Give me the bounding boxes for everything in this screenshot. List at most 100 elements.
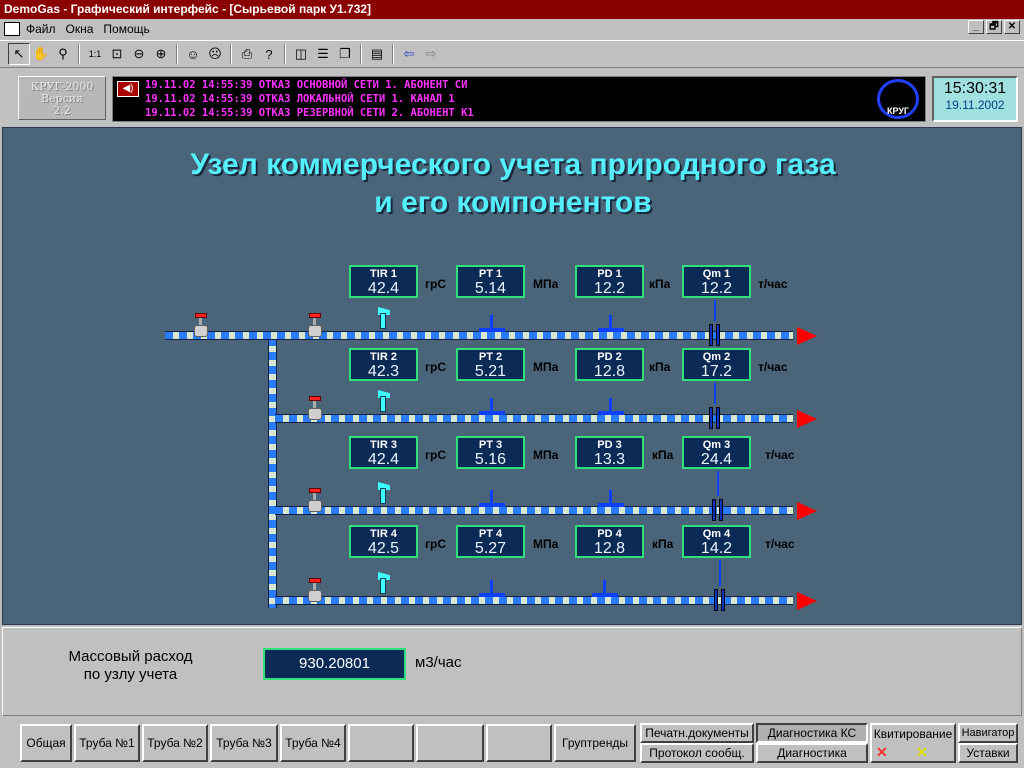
print-icon[interactable]: ⎙ (236, 43, 258, 65)
pd-unit: кПа (652, 448, 674, 462)
pt-value: 5.27 (474, 540, 507, 557)
tir-3-display[interactable]: TIR 3 42.4 (349, 436, 418, 469)
hand-icon[interactable]: ✋ (30, 43, 52, 65)
pd-unit: кПа (649, 277, 671, 291)
close-icon[interactable]: ✕ (1004, 20, 1020, 34)
summary-panel: Массовый расход по узлу учета 930.20801 … (2, 627, 1022, 716)
flowmeter-line (717, 471, 719, 496)
qm-4-display[interactable]: Qm 4 14.2 (682, 525, 751, 558)
qm-label: Qm 4 (702, 528, 731, 540)
qm-value: 17.2 (700, 363, 733, 380)
pointer-icon[interactable]: ↖ (8, 43, 30, 65)
valve-icon[interactable] (308, 488, 322, 514)
empty-button[interactable] (486, 724, 552, 762)
qm-label: Qm 3 (702, 439, 731, 451)
pd-1-display[interactable]: PD 1 12.2 (575, 265, 644, 298)
window-list-icon[interactable]: ▤ (366, 43, 388, 65)
window-title: DemoGas - Графический интерфейс - [Сырье… (0, 0, 1024, 19)
qm-1-display[interactable]: Qm 1 12.2 (682, 265, 751, 298)
valve-icon[interactable] (308, 313, 322, 339)
qm-2-display[interactable]: Qm 2 17.2 (682, 348, 751, 381)
pt-unit: МПа (533, 537, 559, 551)
qm-3-display[interactable]: Qm 3 24.4 (682, 436, 751, 469)
pt-label: PT 4 (478, 528, 503, 540)
pt-2-display[interactable]: PT 2 5.21 (456, 348, 525, 381)
valve-icon[interactable] (308, 578, 322, 604)
forward-arrow-icon[interactable]: ⇨ (420, 43, 442, 65)
zoom-in-icon[interactable]: ⊕ (150, 43, 172, 65)
valve-icon[interactable] (308, 396, 322, 422)
mass-flow-value: 930.20801 (263, 648, 406, 680)
magnifier-icon[interactable]: ⚲ (52, 43, 74, 65)
alarm-line: 19.11.02 14:55:39 ОТКАЗ РЕЗЕРВНОЙ СЕТИ 2… (145, 107, 474, 119)
tir-label: TIR 3 (370, 439, 397, 451)
page-title: Узел коммерческого учета природного газа (190, 148, 836, 181)
qm-unit: т/час (758, 277, 788, 291)
settings-button[interactable]: Уставки (958, 743, 1018, 763)
qm-label: Qm 1 (702, 268, 731, 280)
alarm-panel[interactable]: ◀) 19.11.02 14:55:39 ОТКАЗ ОСНОВНОЙ СЕТИ… (112, 76, 926, 122)
pipe1-button[interactable]: Труба №1 (74, 724, 140, 762)
zoom-1-1-icon[interactable]: 1:1 (84, 43, 106, 65)
message-log-button[interactable]: Протокол сообщ. (640, 743, 754, 763)
menu-file[interactable]: Файл (26, 22, 56, 36)
back-arrow-icon[interactable]: ⇦ (398, 43, 420, 65)
alarm-speaker-icon[interactable]: ◀) (117, 81, 139, 97)
qm-unit: т/час (765, 537, 795, 551)
tir-1-display[interactable]: TIR 1 42.4 (349, 265, 418, 298)
tir-2-display[interactable]: TIR 2 42.3 (349, 348, 418, 381)
pt-value: 5.16 (474, 451, 507, 468)
pipe2-button[interactable]: Труба №2 (142, 724, 208, 762)
print-docs-button[interactable]: Печатн.документы (640, 723, 754, 743)
pt-3-display[interactable]: PT 3 5.16 (456, 436, 525, 469)
pd-4-display[interactable]: PD 4 12.8 (575, 525, 644, 558)
temperature-sensor-icon (377, 482, 390, 506)
qm-unit: т/час (758, 360, 788, 374)
tir-4-display[interactable]: TIR 4 42.5 (349, 525, 418, 558)
empty-button[interactable] (416, 724, 484, 762)
qm-value: 24.4 (700, 451, 733, 468)
pt-4-display[interactable]: PT 4 5.27 (456, 525, 525, 558)
zoom-out-icon[interactable]: ⊖ (128, 43, 150, 65)
pressure-sensor-icon (479, 490, 505, 508)
flow-arrow-icon (797, 410, 817, 428)
zoom-fit-icon[interactable]: ⊡ (106, 43, 128, 65)
restore-icon[interactable]: 🗗 (986, 20, 1002, 34)
pd-label: PD 3 (597, 439, 622, 451)
pressure-sensor-icon (479, 315, 505, 333)
diagnostics-button[interactable]: Диагностика (756, 743, 868, 763)
pt-unit: МПа (533, 277, 559, 291)
diagnostics-ks-button[interactable]: Диагностика КС (756, 723, 868, 743)
flowmeter-line (714, 383, 716, 404)
layout-vertical-icon[interactable]: ◫ (290, 43, 312, 65)
pd-value: 12.2 (593, 280, 626, 297)
tir-unit: грС (425, 537, 446, 551)
page-subtitle: и его компонентов (374, 186, 652, 219)
layout-horizontal-icon[interactable]: ☰ (312, 43, 334, 65)
pd-3-display[interactable]: PD 3 13.3 (575, 436, 644, 469)
pipe4-button[interactable]: Труба №4 (280, 724, 346, 762)
tir-label: TIR 2 (370, 351, 397, 363)
app-icon[interactable] (4, 22, 20, 36)
help-icon[interactable]: ? (258, 43, 280, 65)
pt-value: 5.14 (474, 280, 507, 297)
operator-icon[interactable]: ☺ (182, 43, 204, 65)
empty-button[interactable] (348, 724, 414, 762)
minimize-icon[interactable]: _ (968, 20, 984, 34)
operator-remove-icon[interactable]: ☹ (204, 43, 226, 65)
pd-2-display[interactable]: PD 2 12.8 (575, 348, 644, 381)
menu-help[interactable]: Помощь (103, 22, 149, 36)
clock: 15:30:31 19.11.2002 (932, 76, 1018, 122)
cascade-icon[interactable]: ❐ (334, 43, 356, 65)
valve-icon[interactable] (194, 313, 208, 339)
pipe3-button[interactable]: Труба №3 (210, 724, 278, 762)
menu-windows[interactable]: Окна (66, 22, 94, 36)
tir-label: TIR 1 (370, 268, 397, 280)
group-trends-button[interactable]: Груптренды (554, 724, 636, 762)
flow-arrow-icon (797, 592, 817, 610)
temperature-sensor-icon (377, 390, 390, 414)
qm-value: 14.2 (700, 540, 733, 557)
pt-1-display[interactable]: PT 1 5.14 (456, 265, 525, 298)
general-button[interactable]: Общая (20, 724, 72, 762)
navigator-button[interactable]: Навигатор (958, 723, 1018, 743)
